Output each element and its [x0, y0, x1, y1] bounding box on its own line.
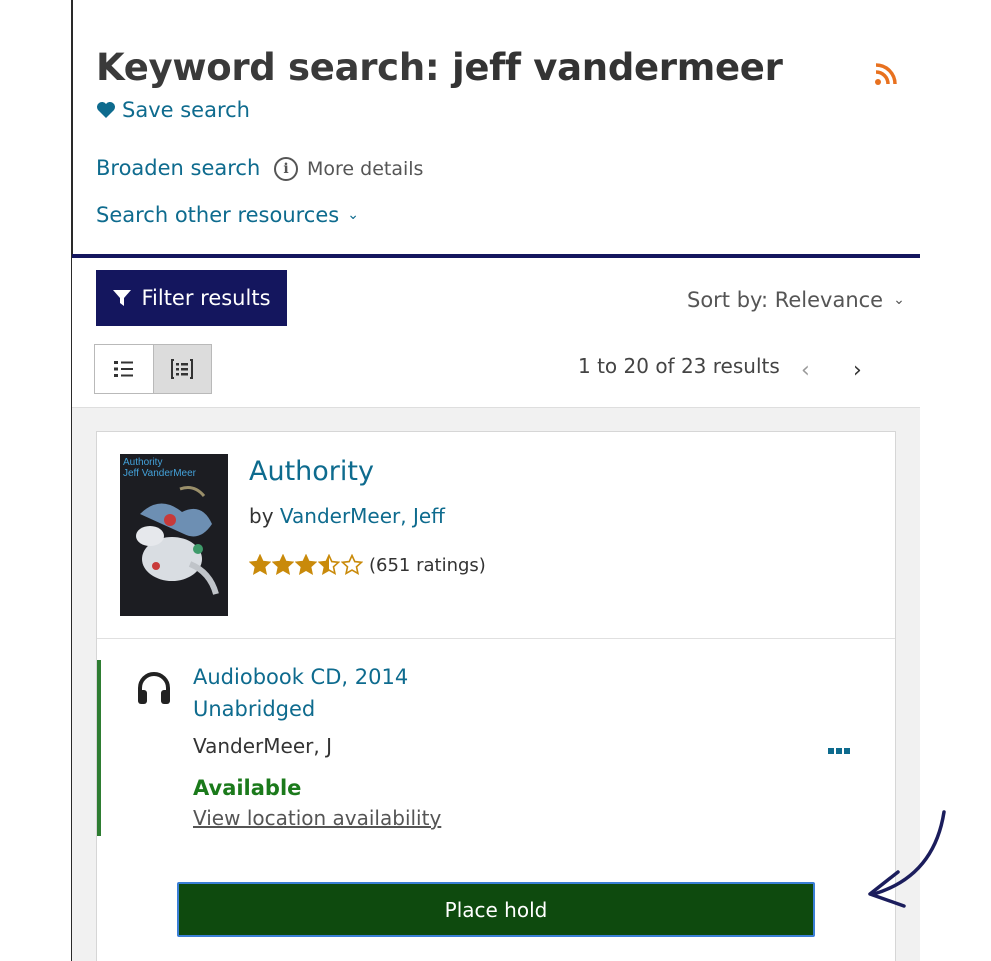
chevron-down-icon: ⌄	[347, 207, 359, 223]
chevron-down-icon: ⌄	[893, 292, 905, 308]
ratings-count: (651 ratings)	[369, 554, 486, 576]
headphones-icon	[138, 672, 170, 704]
heart-icon	[97, 102, 115, 118]
rss-icon[interactable]	[874, 62, 898, 86]
broaden-search-link[interactable]: Broaden search	[96, 156, 260, 180]
chevron-right-icon[interactable]: ›	[853, 358, 862, 383]
star-rating	[249, 554, 363, 576]
save-search-label: Save search	[122, 98, 250, 122]
view-location-availability-link[interactable]: View location availability	[193, 806, 441, 830]
availability-status: Available	[193, 776, 302, 800]
star-full-icon	[295, 554, 317, 575]
filter-icon	[113, 290, 132, 306]
list-view-button[interactable]	[95, 345, 153, 393]
edition-author: VanderMeer, J	[193, 734, 332, 758]
star-full-icon	[272, 554, 294, 575]
list-view-icon	[113, 361, 133, 377]
chevron-left-icon[interactable]: ‹	[801, 358, 810, 383]
search-query: jeff vandermeer	[451, 46, 783, 89]
edition-format-link[interactable]: Audiobook CD, 2014	[193, 665, 408, 689]
result-card: Authority Jeff VanderMeer Authority by Va…	[96, 431, 896, 961]
star-half-icon	[318, 554, 340, 575]
book-title-link[interactable]: Authority	[249, 456, 374, 487]
other-resources-label: Search other resources	[96, 203, 340, 227]
arrow-annotation	[868, 810, 946, 908]
title-prefix: Keyword search:	[96, 46, 452, 89]
rating: (651 ratings)	[249, 554, 486, 576]
book-cover-image[interactable]: Authority Jeff VanderMeer	[120, 454, 228, 616]
place-hold-button[interactable]: Place hold	[177, 882, 815, 937]
sort-dropdown[interactable]: Sort by: Relevance ⌄	[687, 288, 905, 312]
more-icon[interactable]	[828, 748, 850, 754]
edition-abridgement-link[interactable]: Unabridged	[193, 697, 315, 721]
by-prefix: by	[249, 504, 280, 528]
by-line: by VanderMeer, Jeff	[249, 504, 445, 528]
detail-view-icon	[171, 359, 194, 379]
more-details-label: More details	[307, 158, 424, 180]
detail-view-button[interactable]	[152, 345, 211, 393]
info-icon: i	[274, 157, 298, 181]
edition-block: Audiobook CD, 2014 Unabridged VanderMeer…	[97, 660, 895, 836]
search-other-resources-toggle[interactable]: Search other resources ⌄	[96, 203, 359, 227]
view-toggle	[94, 344, 212, 394]
filter-results-label: Filter results	[141, 286, 271, 310]
page-title: Keyword search: jeff vandermeer	[96, 46, 783, 89]
star-empty-icon	[341, 554, 363, 575]
more-details-button[interactable]: i More details	[274, 157, 423, 181]
sort-label: Sort by: Relevance	[687, 288, 884, 312]
save-search-link[interactable]: Save search	[96, 98, 250, 122]
availability-bar	[97, 660, 101, 836]
cover-art	[136, 486, 219, 595]
author-link[interactable]: VanderMeer, Jeff	[280, 504, 445, 528]
results-panel: Filter results Sort by: Relevance ⌄ 1 to…	[72, 254, 920, 961]
filter-results-button[interactable]: Filter results	[96, 270, 287, 326]
results-count: 1 to 20 of 23 results	[578, 354, 780, 378]
divider	[97, 638, 895, 639]
star-full-icon	[249, 554, 271, 575]
results-toolbar: Filter results Sort by: Relevance ⌄ 1 to…	[72, 258, 920, 408]
